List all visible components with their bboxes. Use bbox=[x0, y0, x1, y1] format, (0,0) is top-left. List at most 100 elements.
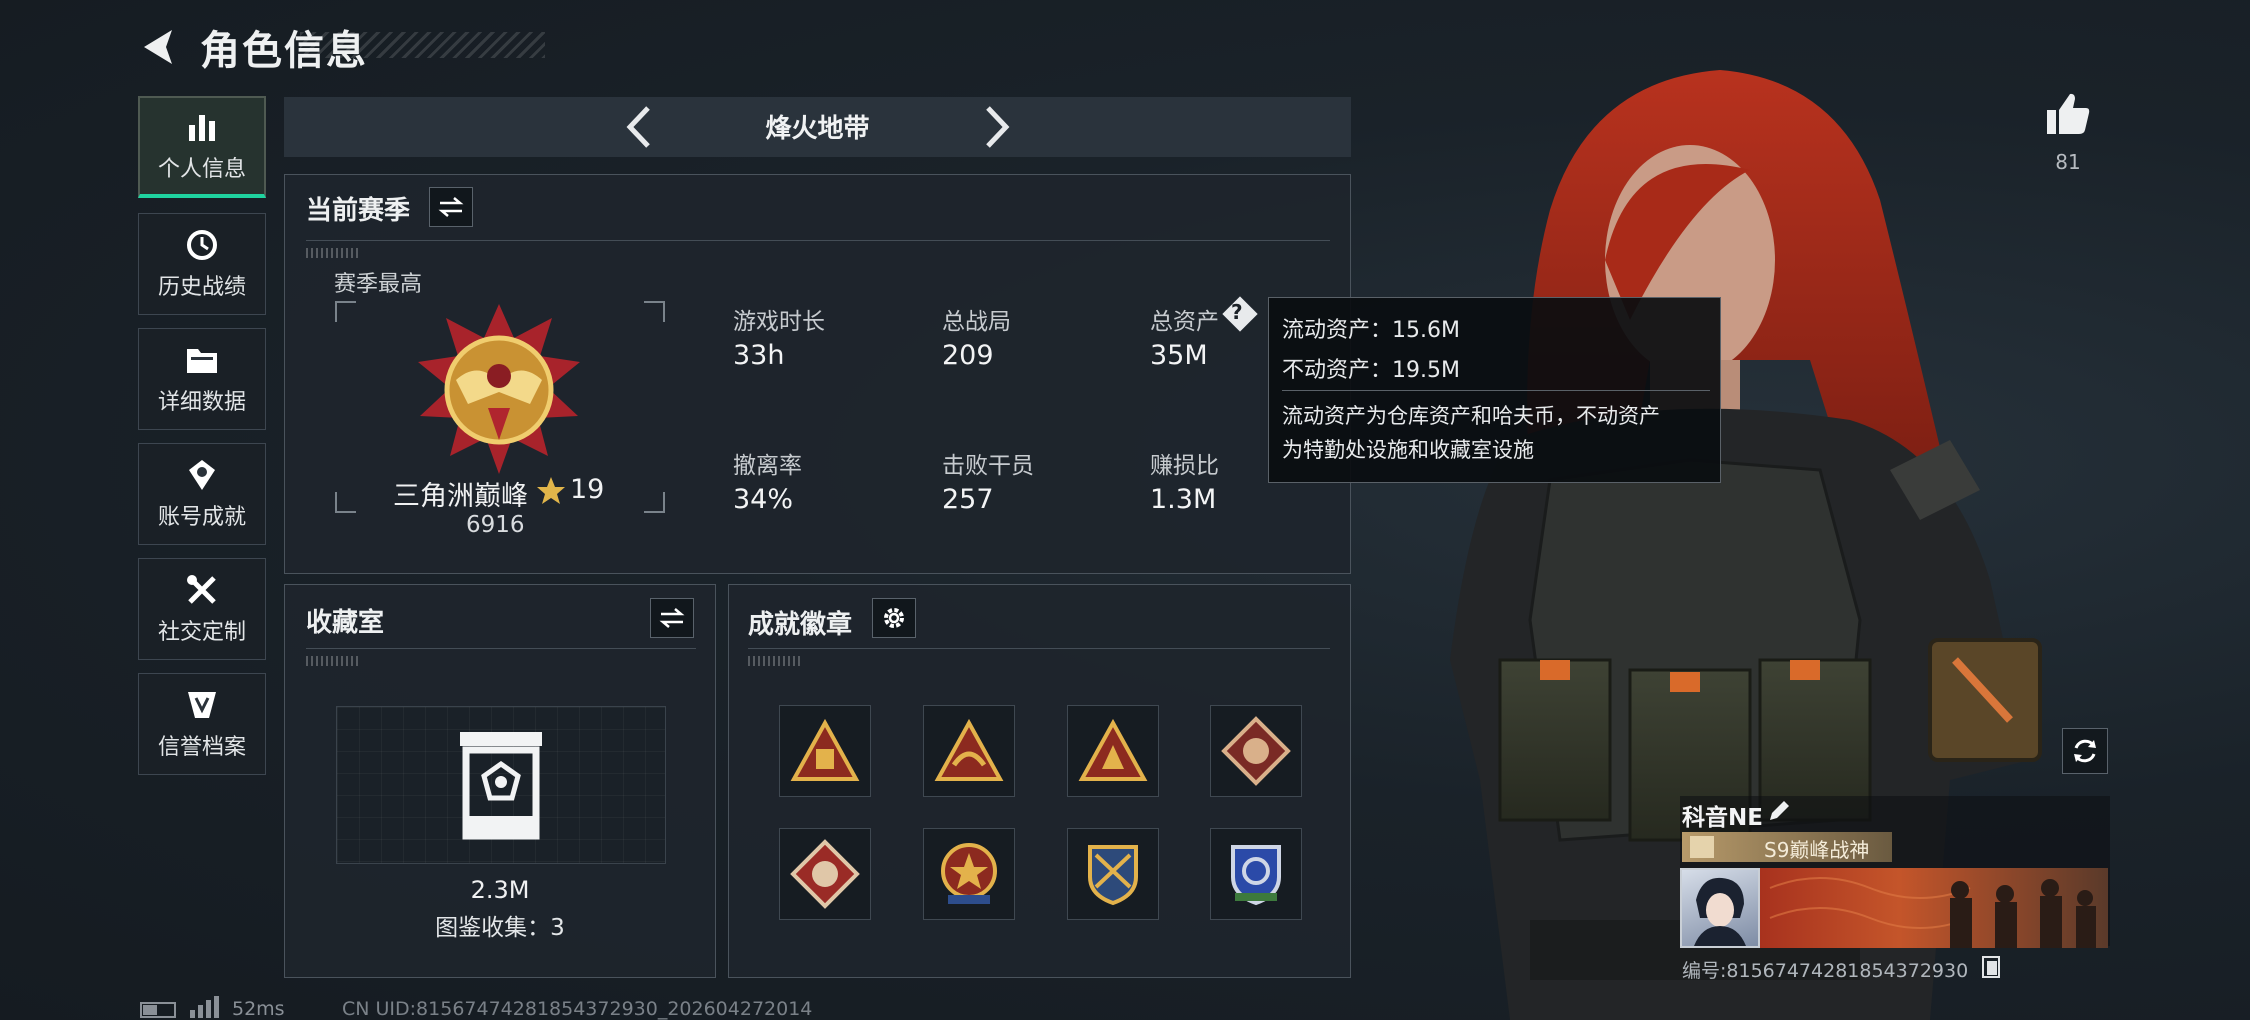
divider bbox=[1282, 390, 1710, 391]
sidebar-item-achievements[interactable]: 账号成就 bbox=[138, 443, 266, 545]
stat-value-extract-rate: 34% bbox=[733, 484, 794, 515]
sidebar-item-label: 历史战绩 bbox=[157, 275, 246, 300]
swap-icon bbox=[438, 197, 464, 217]
stat-label-assets: 总资产 bbox=[1150, 309, 1219, 335]
achievements-settings-button[interactable] bbox=[872, 598, 916, 638]
stat-value-kills: 257 bbox=[942, 484, 994, 515]
safe-room-icon bbox=[460, 732, 542, 840]
page-title: 角色信息 bbox=[200, 28, 368, 74]
achievement-badge[interactable] bbox=[779, 705, 871, 797]
like-count: 81 bbox=[2055, 150, 2081, 174]
collection-switch-button[interactable] bbox=[650, 598, 694, 638]
player-id: 编号:815674742818543729​30 bbox=[1682, 960, 1969, 982]
achievement-badge[interactable] bbox=[779, 828, 871, 920]
help-icon: ? bbox=[1231, 300, 1243, 324]
rank-stars: 19 bbox=[570, 474, 605, 505]
collection-title: 收藏室 bbox=[306, 608, 385, 638]
tooltip-fixed-assets: 不动资产：19.5M bbox=[1282, 358, 1460, 383]
refresh-icon bbox=[2074, 739, 2096, 763]
chevron-right-icon bbox=[986, 106, 1010, 148]
rifle-icon bbox=[1690, 836, 1714, 858]
decoration-dots bbox=[748, 656, 800, 666]
uid-text: CN UID:81567474281854372930_202604272014 bbox=[342, 998, 813, 1020]
sidebar-item-personal-info[interactable]: 个人信息 bbox=[138, 96, 266, 198]
back-button[interactable] bbox=[138, 26, 180, 68]
mode-next-button[interactable] bbox=[970, 102, 1020, 152]
stat-value-matches: 209 bbox=[942, 340, 994, 371]
achievement-badge[interactable] bbox=[1067, 828, 1159, 920]
history-icon bbox=[182, 227, 222, 263]
decoration-dots bbox=[306, 656, 358, 666]
sidebar-item-social[interactable]: 社交定制 bbox=[138, 558, 266, 660]
star-icon bbox=[537, 477, 565, 504]
achievements-title: 成就徽章 bbox=[748, 610, 853, 640]
avatar-portrait bbox=[1694, 877, 1746, 946]
player-banner bbox=[1760, 868, 2108, 948]
sidebar-item-label: 详细数据 bbox=[157, 390, 246, 415]
rank-name: 三角洲巅峰 bbox=[393, 481, 528, 512]
triangle-eagle-badge-icon bbox=[934, 719, 1004, 781]
collection-value: 2.3M bbox=[470, 876, 530, 904]
achievement-badge[interactable] bbox=[1067, 705, 1159, 797]
triangle-gold-badge-icon bbox=[790, 719, 860, 781]
sidebar-item-details[interactable]: 详细数据 bbox=[138, 328, 266, 430]
back-arrow-icon bbox=[144, 30, 172, 64]
reputation-icon bbox=[182, 687, 222, 723]
season-title: 当前赛季 bbox=[306, 196, 411, 226]
stat-label-profit-ratio: 赚损比 bbox=[1150, 453, 1219, 479]
sidebar-item-label: 个人信息 bbox=[157, 157, 246, 182]
season-switch-button[interactable] bbox=[429, 187, 473, 227]
divider bbox=[306, 240, 1330, 241]
gear-icon bbox=[884, 608, 904, 628]
stat-value-assets: 35M bbox=[1150, 340, 1208, 371]
rank-medal-icon bbox=[418, 304, 580, 474]
stat-label-playtime: 游戏时长 bbox=[733, 309, 825, 335]
crossed-rifles-shield-badge-icon bbox=[1088, 845, 1138, 906]
stat-value-profit-ratio: 1.3M bbox=[1150, 484, 1217, 515]
bar-chart-icon bbox=[182, 109, 222, 145]
tooltip-description-line2: 为特勤处设施和收藏室设施 bbox=[1282, 438, 1534, 462]
divider bbox=[748, 648, 1330, 649]
stat-label-matches: 总战局 bbox=[942, 309, 1011, 335]
triangle-wolf-badge-icon bbox=[1078, 719, 1148, 781]
swap-icon bbox=[659, 608, 685, 628]
achievement-badge[interactable] bbox=[923, 705, 1015, 797]
achievement-badge[interactable] bbox=[1210, 705, 1302, 797]
player-title-text: S9巅峰战神 bbox=[1764, 838, 1870, 862]
thumbs-up-icon bbox=[2047, 93, 2090, 134]
ping-text: 52ms bbox=[232, 998, 285, 1020]
tools-icon bbox=[182, 572, 222, 608]
stat-value-playtime: 33h bbox=[733, 340, 785, 371]
player-name: 科音NE bbox=[1682, 805, 1763, 831]
sidebar-item-label: 账号成就 bbox=[157, 505, 246, 530]
divider bbox=[306, 648, 696, 649]
blue-shield-badge-icon bbox=[1231, 845, 1281, 906]
mode-title: 烽火地带 bbox=[765, 114, 870, 144]
folder-icon bbox=[182, 342, 222, 378]
tooltip-description-line1: 流动资产为仓库资产和哈夫币，不动资产 bbox=[1282, 404, 1660, 428]
soldiers-banner-image bbox=[1769, 877, 2096, 948]
like-button[interactable] bbox=[2044, 90, 2092, 142]
pencil-icon bbox=[1770, 801, 1789, 820]
star-shield-badge-icon bbox=[941, 843, 997, 904]
sidebar-item-reputation[interactable]: 信誉档案 bbox=[138, 673, 266, 775]
copy-id-button[interactable] bbox=[1982, 956, 2000, 978]
achievement-badge[interactable] bbox=[1210, 828, 1302, 920]
stat-label-kills: 击败干员 bbox=[942, 453, 1034, 479]
collection-count: 图鉴收集：3 bbox=[435, 915, 565, 941]
rank-score: 6916 bbox=[466, 512, 525, 538]
avatar[interactable] bbox=[1680, 868, 1760, 948]
sidebar-item-history[interactable]: 历史战绩 bbox=[138, 213, 266, 315]
achievement-icon bbox=[182, 457, 222, 493]
achievement-badge[interactable] bbox=[923, 828, 1015, 920]
season-best-label: 赛季最高 bbox=[334, 272, 423, 297]
stat-label-extract-rate: 撤离率 bbox=[733, 453, 802, 479]
signal-icon bbox=[190, 996, 219, 1018]
copy-icon bbox=[1987, 961, 1997, 975]
edit-name-button[interactable] bbox=[1766, 798, 1792, 828]
sidebar-item-label: 社交定制 bbox=[157, 620, 246, 645]
diamond-raptor-badge-icon bbox=[1221, 716, 1291, 786]
diamond-raptor-red-badge-icon bbox=[790, 839, 860, 909]
battery-icon bbox=[140, 1002, 176, 1018]
rotate-model-button[interactable] bbox=[2062, 728, 2108, 774]
